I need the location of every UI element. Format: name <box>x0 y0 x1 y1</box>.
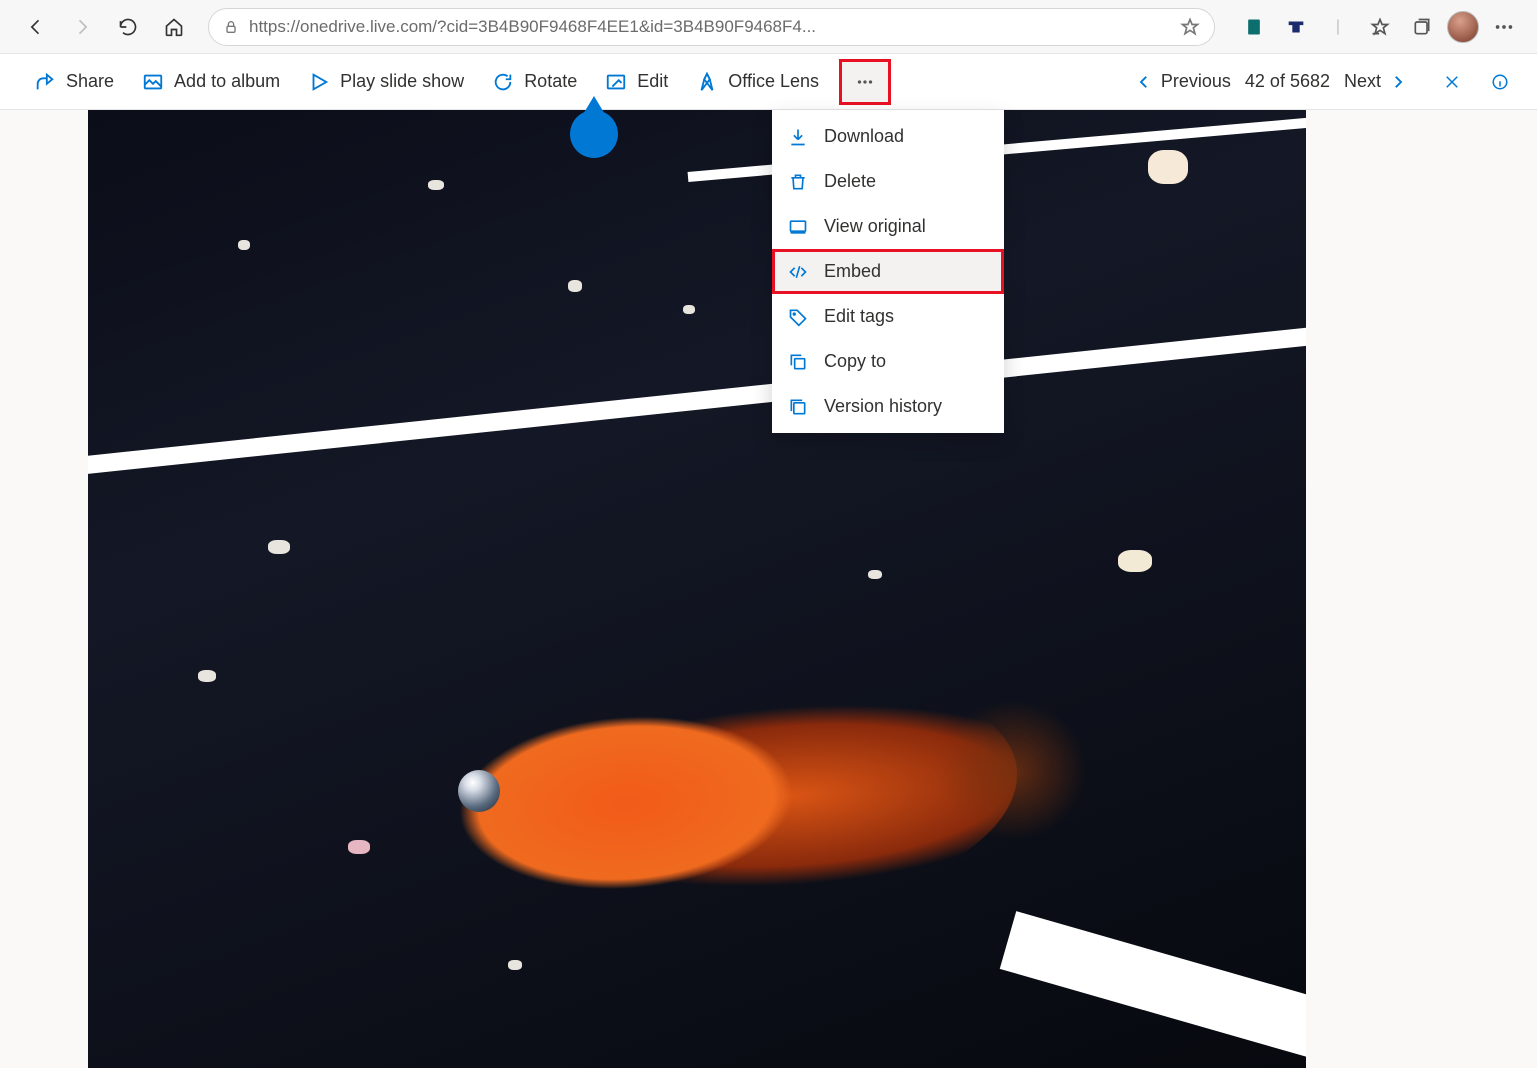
chevron-right-icon <box>1389 73 1407 91</box>
location-pin-icon <box>570 110 618 158</box>
menu-view-original-label: View original <box>824 216 926 237</box>
menu-copy-to-label: Copy to <box>824 351 886 372</box>
share-button[interactable]: Share <box>20 54 128 109</box>
browser-toolbar: https://onedrive.live.com/?cid=3B4B90F94… <box>0 0 1537 54</box>
edit-icon <box>605 71 627 93</box>
menu-edit-tags-label: Edit tags <box>824 306 894 327</box>
menu-view-original[interactable]: View original <box>772 204 1004 249</box>
chevron-left-icon <box>1135 73 1153 91</box>
url-text: https://onedrive.live.com/?cid=3B4B90F94… <box>249 17 1170 37</box>
copy-icon <box>788 352 808 372</box>
reading-list-icon[interactable] <box>1237 10 1271 44</box>
favorites-icon[interactable] <box>1363 10 1397 44</box>
address-bar[interactable]: https://onedrive.live.com/?cid=3B4B90F94… <box>208 8 1215 46</box>
photo-content <box>458 770 500 812</box>
info-button[interactable] <box>1483 65 1517 99</box>
photo-content <box>451 661 1026 930</box>
browser-more-icon[interactable] <box>1487 10 1521 44</box>
more-actions-button[interactable] <box>839 59 891 105</box>
add-to-album-button[interactable]: Add to album <box>128 54 294 109</box>
rotate-icon <box>492 71 514 93</box>
previous-label: Previous <box>1161 71 1231 92</box>
slideshow-label: Play slide show <box>340 71 464 92</box>
code-icon <box>788 262 808 282</box>
office-lens-button[interactable]: Office Lens <box>682 54 833 109</box>
pager-position: 42 of 5682 <box>1245 71 1330 92</box>
rotate-label: Rotate <box>524 71 577 92</box>
divider: | <box>1321 10 1355 44</box>
trash-icon <box>788 172 808 192</box>
lens-icon <box>696 71 718 93</box>
office-lens-label: Office Lens <box>728 71 819 92</box>
download-icon <box>788 127 808 147</box>
lock-icon <box>223 19 239 35</box>
slideshow-button[interactable]: Play slide show <box>294 54 478 109</box>
photo-viewer[interactable] <box>88 110 1306 1068</box>
history-icon <box>788 397 808 417</box>
album-icon <box>142 71 164 93</box>
menu-embed-label: Embed <box>824 261 881 282</box>
command-bar: Share Add to album Play slide show Rotat… <box>0 54 1537 110</box>
tag-icon <box>788 307 808 327</box>
menu-edit-tags[interactable]: Edit tags <box>772 294 1004 339</box>
ellipsis-icon <box>854 71 876 93</box>
play-icon <box>308 71 330 93</box>
add-favorite-icon[interactable] <box>1180 17 1200 37</box>
collections-icon[interactable] <box>1405 10 1439 44</box>
screen-icon <box>788 217 808 237</box>
back-button[interactable] <box>16 7 56 47</box>
share-icon <box>34 71 56 93</box>
previous-button[interactable]: Previous <box>1135 71 1231 92</box>
menu-download[interactable]: Download <box>772 114 1004 159</box>
edit-label: Edit <box>637 71 668 92</box>
refresh-button[interactable] <box>108 7 148 47</box>
menu-version-history-label: Version history <box>824 396 942 417</box>
forward-button[interactable] <box>62 7 102 47</box>
profile-avatar[interactable] <box>1447 11 1479 43</box>
share-label: Share <box>66 71 114 92</box>
menu-download-label: Download <box>824 126 904 147</box>
home-button[interactable] <box>154 7 194 47</box>
next-label: Next <box>1344 71 1381 92</box>
pager: Previous 42 of 5682 Next <box>1135 65 1517 99</box>
add-to-album-label: Add to album <box>174 71 280 92</box>
rotate-button[interactable]: Rotate <box>478 54 591 109</box>
menu-embed[interactable]: Embed <box>772 249 1004 294</box>
browser-right-icons: | <box>1237 10 1521 44</box>
extension-icon[interactable] <box>1279 10 1313 44</box>
menu-version-history[interactable]: Version history <box>772 384 1004 429</box>
more-actions-menu: Download Delete View original Embed Edit… <box>772 110 1004 433</box>
close-button[interactable] <box>1435 65 1469 99</box>
menu-copy-to[interactable]: Copy to <box>772 339 1004 384</box>
photo-content <box>88 314 1306 478</box>
photo-content <box>1000 911 1306 1068</box>
menu-delete[interactable]: Delete <box>772 159 1004 204</box>
next-button[interactable]: Next <box>1344 71 1407 92</box>
menu-delete-label: Delete <box>824 171 876 192</box>
